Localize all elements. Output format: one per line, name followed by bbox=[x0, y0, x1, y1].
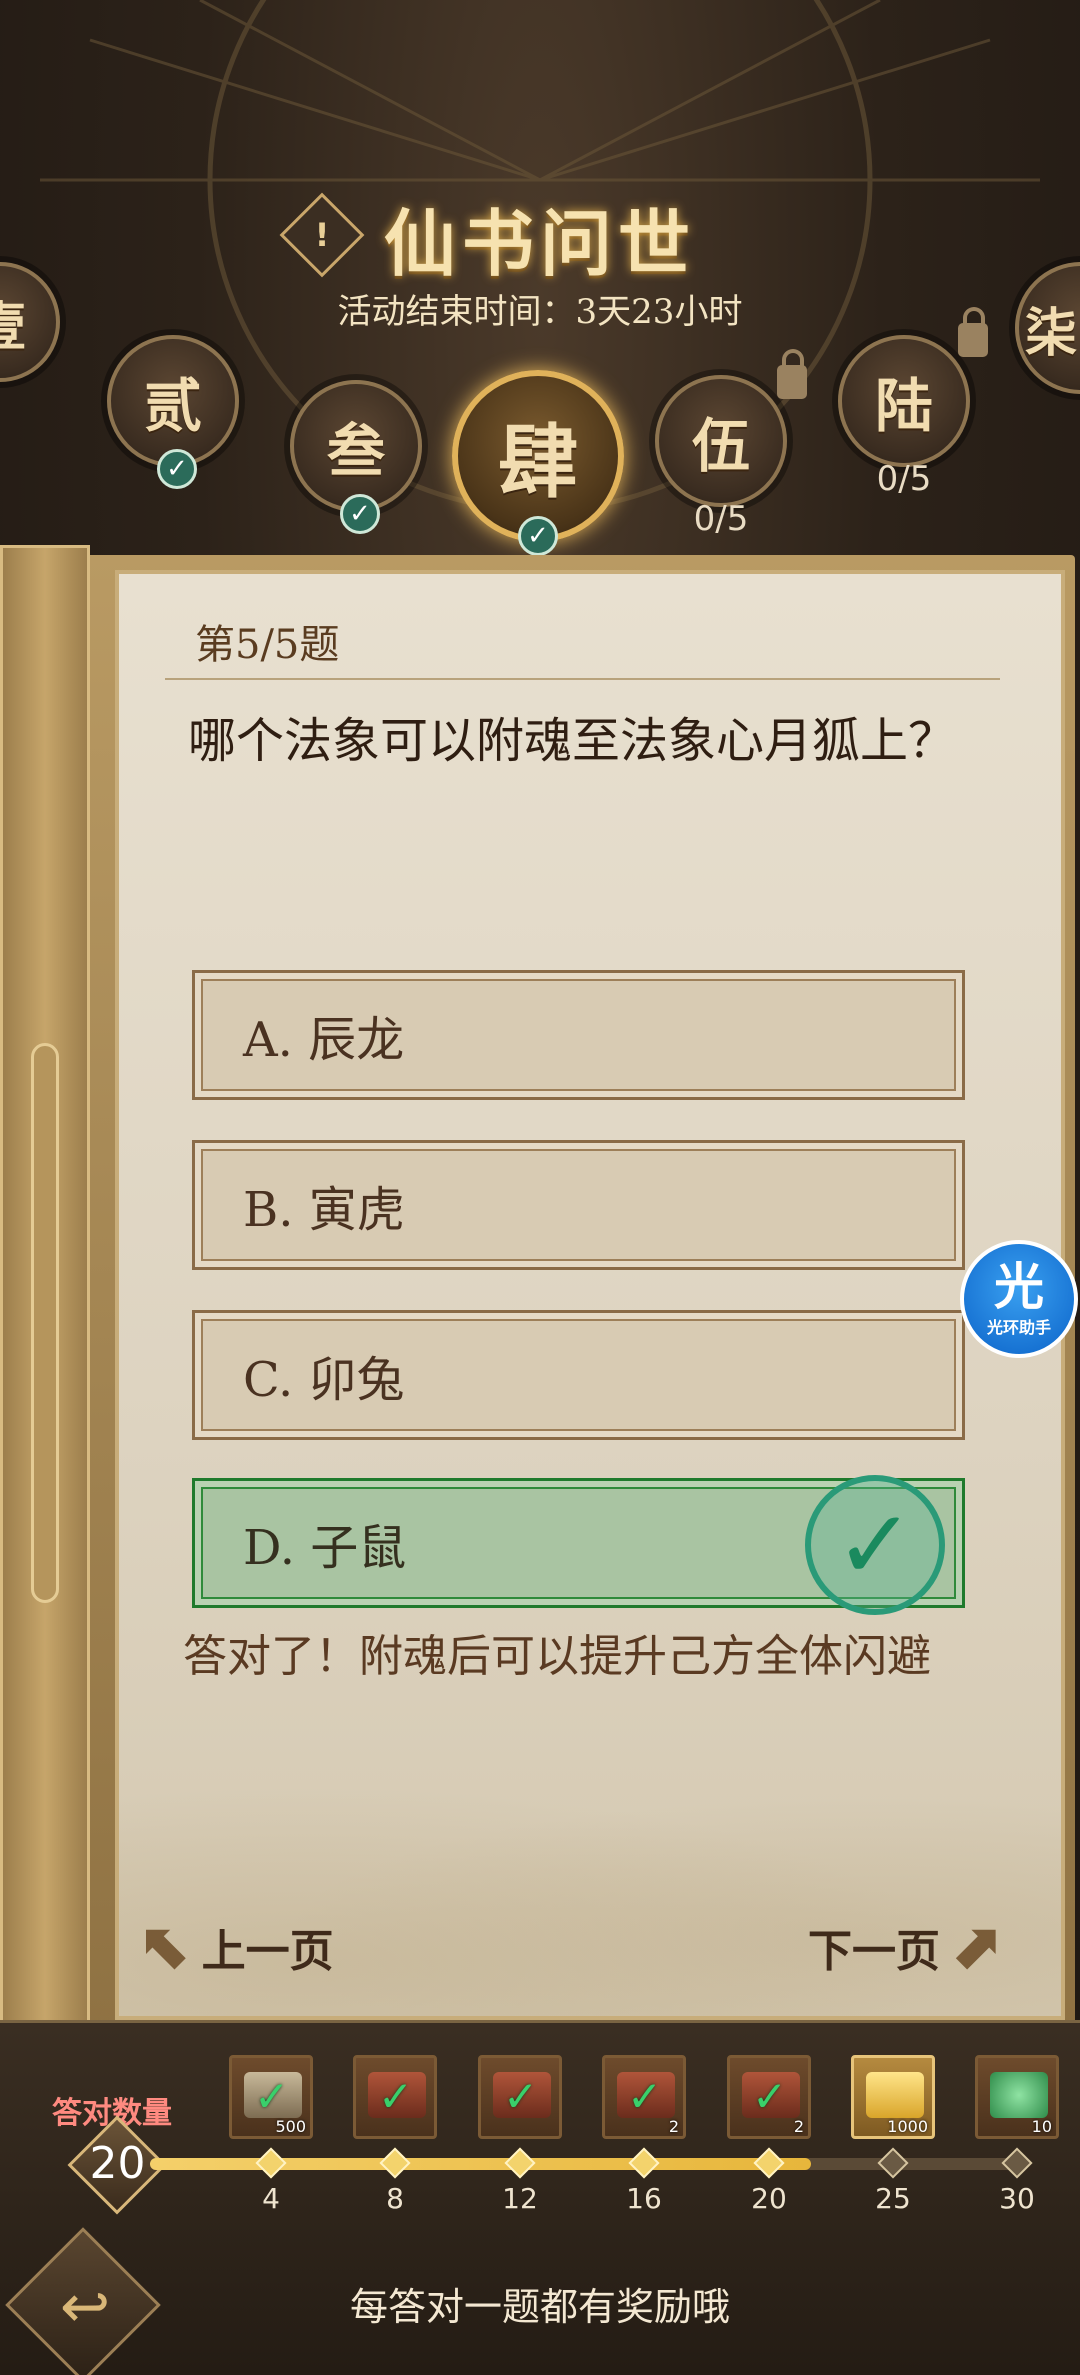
reward-quantity: 1000 bbox=[887, 2117, 928, 2136]
milestone-label: 20 bbox=[751, 2182, 787, 2215]
event-countdown: 活动结束时间：3天23小时 bbox=[337, 292, 743, 332]
claimed-check-icon: ✓ bbox=[752, 2072, 788, 2121]
correct-check-icon: ✓ bbox=[805, 1475, 945, 1615]
lock-icon bbox=[777, 349, 807, 399]
milestone-label: 25 bbox=[875, 2182, 911, 2215]
claimed-check-icon: ✓ bbox=[378, 2072, 414, 2121]
arrow-right-icon: ⬈ bbox=[948, 1910, 1002, 1984]
gold-ingot-icon bbox=[866, 2072, 924, 2118]
jade-icon bbox=[990, 2072, 1048, 2118]
reward-slot[interactable]: ✓ 2 bbox=[727, 2055, 811, 2139]
milestone-label: 30 bbox=[999, 2182, 1035, 2215]
prev-page-button[interactable]: ⬉ 上一页 bbox=[140, 1910, 334, 1984]
event-title: 仙书问世 bbox=[383, 201, 696, 286]
helper-float-button[interactable]: 光 光环助手 bbox=[960, 1240, 1078, 1358]
check-icon: ✓ bbox=[340, 494, 380, 534]
question-paper bbox=[115, 570, 1065, 2020]
scroll-rail bbox=[0, 545, 90, 2025]
option-c[interactable]: C. 卯兔 bbox=[192, 1310, 965, 1440]
reward-slot[interactable]: ✓ 500 bbox=[229, 2055, 313, 2139]
question-text: 哪个法象可以附魂至法象心月狐上？ bbox=[188, 713, 957, 769]
check-icon: ✓ bbox=[518, 516, 558, 556]
lock-icon bbox=[958, 307, 988, 357]
milestone-label: 12 bbox=[502, 2182, 538, 2215]
reward-quantity: 2 bbox=[793, 2117, 804, 2136]
arrow-left-icon: ⬉ bbox=[140, 1910, 194, 1984]
check-icon: ✓ bbox=[157, 449, 197, 489]
reward-quantity: 500 bbox=[275, 2117, 306, 2136]
reward-quantity: 2 bbox=[668, 2117, 679, 2136]
chapter-tab-3[interactable]: 叁 ✓ bbox=[290, 380, 422, 534]
chapter-tab-4[interactable]: 肆 ✓ bbox=[452, 370, 624, 556]
chapter-tab-6[interactable]: 陆 0/5 bbox=[838, 307, 988, 499]
option-a[interactable]: A. 辰龙 bbox=[192, 970, 965, 1100]
chapter-tab-2[interactable]: 贰 ✓ bbox=[107, 335, 239, 489]
reward-slot[interactable]: 10 bbox=[975, 2055, 1059, 2139]
chapter-tab-5[interactable]: 伍 0/5 bbox=[655, 349, 807, 539]
scrollbar[interactable] bbox=[31, 1043, 59, 1603]
milestone-label: 16 bbox=[626, 2182, 662, 2215]
claimed-check-icon: ✓ bbox=[254, 2072, 290, 2121]
reward-quantity: 10 bbox=[1031, 2117, 1052, 2136]
question-number: 第5/5题 bbox=[195, 622, 340, 668]
milestone-label: 4 bbox=[262, 2182, 280, 2215]
claimed-check-icon: ✓ bbox=[627, 2072, 663, 2121]
reward-slot[interactable]: ✓ bbox=[353, 2055, 437, 2139]
quiz-event-screen: ! 仙书问世 活动结束时间：3天23小时 壹 贰 ✓ 叁 ✓ 肆 ✓ 伍 0/5… bbox=[0, 0, 1080, 2375]
next-page-button[interactable]: 下一页 ⬈ bbox=[808, 1910, 1002, 1984]
option-b[interactable]: B. 寅虎 bbox=[192, 1140, 965, 1270]
milestone-label: 8 bbox=[386, 2182, 404, 2215]
claimed-check-icon: ✓ bbox=[503, 2072, 539, 2121]
reward-slot[interactable]: 1000 bbox=[851, 2055, 935, 2139]
reward-slot[interactable]: ✓ 2 bbox=[602, 2055, 686, 2139]
progress-fill bbox=[150, 2158, 812, 2170]
answer-explanation: 答对了！附魂后可以提升己方全体闪避 bbox=[183, 1631, 931, 1682]
footer-hint: 每答对一题都有奖励哦 bbox=[349, 2285, 730, 2329]
divider bbox=[165, 678, 1000, 680]
reward-slot[interactable]: ✓ bbox=[478, 2055, 562, 2139]
